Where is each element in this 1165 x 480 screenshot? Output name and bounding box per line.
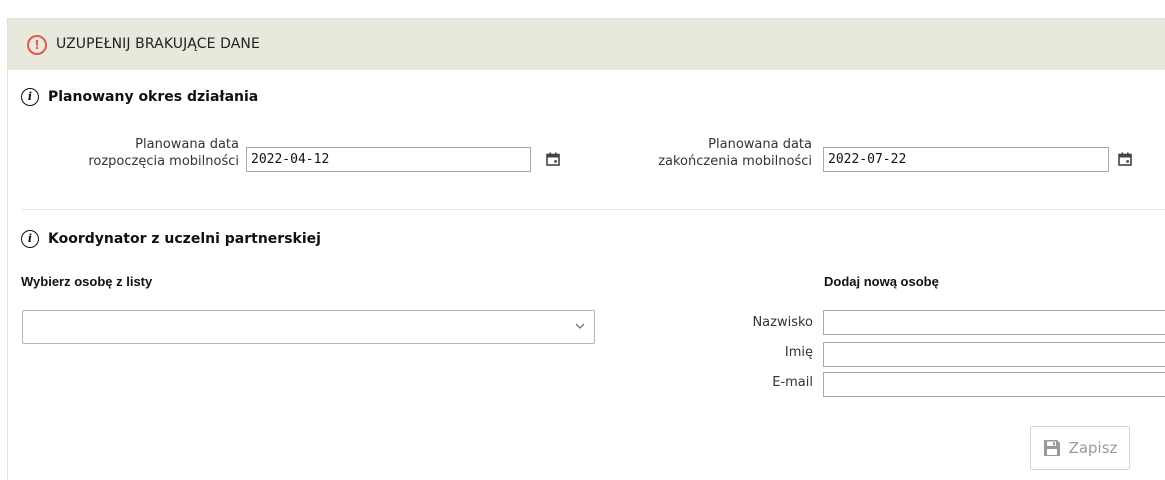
period-section-heading: i Planowany okres działania: [21, 88, 258, 106]
coordinator-heading-text: Koordynator z uczelni partnerskiej: [48, 231, 321, 247]
first-name-label: Imię: [784, 345, 813, 360]
period-heading-text: Planowany okres działania: [48, 89, 259, 105]
chevron-down-icon: [575, 323, 585, 329]
section-divider: [22, 209, 1165, 210]
info-icon: i: [21, 230, 39, 248]
start-date-label-line2: rozpoczęcia mobilności: [88, 154, 239, 169]
end-date-label: Planowana data zakończenia mobilności: [621, 136, 812, 170]
end-date-label-line1: Planowana data: [708, 137, 812, 152]
missing-data-alert: ! UZUPEŁNIJ BRAKUJĄCE DANE: [8, 19, 1165, 70]
person-select[interactable]: [22, 310, 595, 344]
save-button[interactable]: Zapisz: [1030, 426, 1130, 470]
end-date-input[interactable]: 2022-07-22: [823, 147, 1109, 172]
select-person-label: Wybierz osobę z listy: [21, 274, 153, 289]
start-date-input[interactable]: 2022-04-12: [246, 147, 531, 172]
first-name-input[interactable]: [823, 342, 1165, 367]
exclamation-circle-icon: !: [27, 35, 47, 55]
surname-input[interactable]: [823, 310, 1165, 335]
info-icon: i: [21, 88, 39, 106]
floppy-disk-icon: [1043, 440, 1060, 456]
calendar-icon[interactable]: [1118, 152, 1132, 166]
start-date-label-line1: Planowana data: [135, 137, 239, 152]
calendar-icon[interactable]: [546, 152, 560, 166]
save-button-label: Zapisz: [1068, 439, 1118, 457]
end-date-label-line2: zakończenia mobilności: [658, 154, 812, 169]
email-input[interactable]: [823, 372, 1165, 397]
surname-label: Nazwisko: [752, 315, 813, 330]
email-label: E-mail: [772, 375, 813, 390]
alert-text: UZUPEŁNIJ BRAKUJĄCE DANE: [56, 36, 260, 52]
add-new-person-label: Dodaj nową osobę: [824, 274, 939, 289]
form-panel: ! UZUPEŁNIJ BRAKUJĄCE DANE i Planowany o…: [7, 18, 1165, 480]
coordinator-section-heading: i Koordynator z uczelni partnerskiej: [21, 230, 321, 248]
start-date-label: Planowana data rozpoczęcia mobilności: [48, 136, 239, 170]
